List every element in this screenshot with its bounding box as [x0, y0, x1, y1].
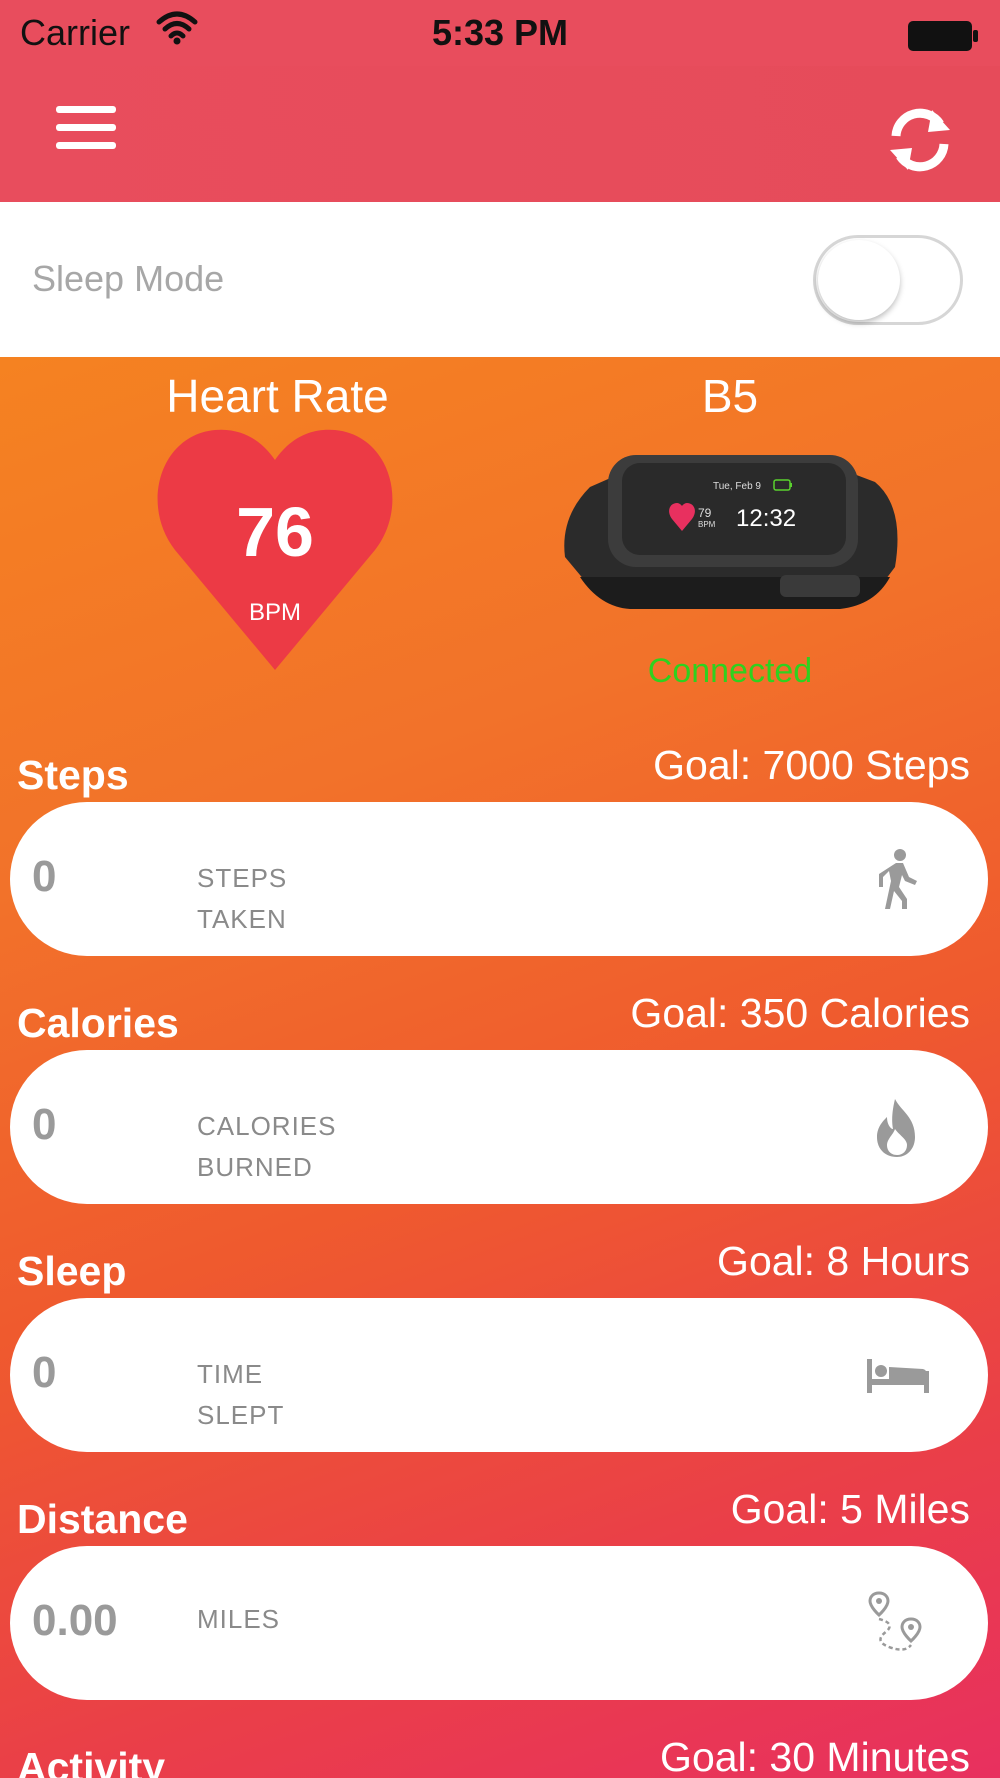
screen-time: 12:32	[736, 505, 796, 532]
calories-label-line1: CALORIES	[197, 1111, 337, 1141]
calories-goal: Goal: 350 Calories	[630, 990, 970, 1036]
steps-label-line1: STEPS	[197, 863, 288, 893]
sleep-card[interactable]: 0 TIME SLEPT	[10, 1298, 988, 1452]
steps-goal: Goal: 7000 Steps	[653, 742, 970, 788]
calories-card[interactable]: 0 CALORIES BURNED	[10, 1050, 988, 1204]
steps-value: 0	[32, 852, 57, 901]
steps-card[interactable]: 0 STEPS TAKEN	[10, 802, 988, 956]
activity-goal: Goal: 30 Minutes	[660, 1734, 970, 1778]
battery-icon	[908, 18, 978, 51]
calories-title: Calories	[17, 1000, 179, 1046]
heart-rate-value: 76	[236, 493, 314, 571]
route-icon	[868, 1591, 922, 1651]
steps-title: Steps	[17, 752, 129, 798]
distance-goal: Goal: 5 Miles	[730, 1486, 970, 1532]
distance-label-line1: MILES	[197, 1604, 281, 1634]
calories-value: 0	[32, 1100, 57, 1149]
heart-rate-title: Heart Rate	[166, 370, 389, 422]
status-time: 5:33 PM	[431, 12, 569, 53]
sleep-label: TIME SLEPT	[197, 1354, 284, 1436]
sleep-mode-row: Sleep Mode	[0, 202, 1000, 357]
sleep-goal: Goal: 8 Hours	[717, 1238, 970, 1284]
steps-label-line2: TAKEN	[197, 904, 287, 934]
sleep-value: 0	[32, 1348, 57, 1397]
screen-date: Tue, Feb 9	[713, 481, 761, 492]
bed-icon	[867, 1359, 929, 1393]
distance-title: Distance	[17, 1496, 188, 1542]
flame-icon	[877, 1099, 915, 1157]
screen-bpm: 79	[698, 506, 712, 520]
dashboard: Heart Rate 76 BPM B5 Tue, Feb 9 79 BPM 1…	[0, 357, 1000, 1778]
sleep-mode-toggle[interactable]	[813, 235, 963, 325]
hamburger-menu-icon[interactable]	[50, 106, 122, 162]
sleep-label-line1: TIME	[197, 1359, 264, 1389]
device-name: B5	[701, 370, 759, 422]
nav-bar	[0, 66, 1000, 202]
sleep-label-line2: SLEPT	[197, 1400, 285, 1430]
activity-title: Activity	[17, 1744, 166, 1778]
calories-label-line2: BURNED	[197, 1152, 313, 1182]
heart-rate-unit: BPM	[248, 599, 301, 626]
calories-label: CALORIES BURNED	[197, 1106, 337, 1188]
sync-icon[interactable]	[880, 100, 960, 180]
device-status: Connected	[647, 652, 813, 690]
distance-value: 0.00	[32, 1596, 118, 1645]
distance-card[interactable]: 0.00 MILES	[10, 1546, 988, 1700]
sleep-title: Sleep	[17, 1248, 127, 1294]
steps-label: STEPS TAKEN	[197, 858, 287, 940]
sleep-mode-label: Sleep Mode	[32, 258, 225, 299]
screen-bpm-unit: BPM	[698, 520, 716, 529]
fitness-band-image: Tue, Feb 9 79 BPM 12:32	[564, 455, 898, 609]
toggle-knob	[818, 240, 900, 320]
walking-icon	[879, 849, 917, 909]
distance-label: MILES	[197, 1599, 280, 1640]
status-bar: Carrier 5:33 PM	[0, 0, 1000, 66]
